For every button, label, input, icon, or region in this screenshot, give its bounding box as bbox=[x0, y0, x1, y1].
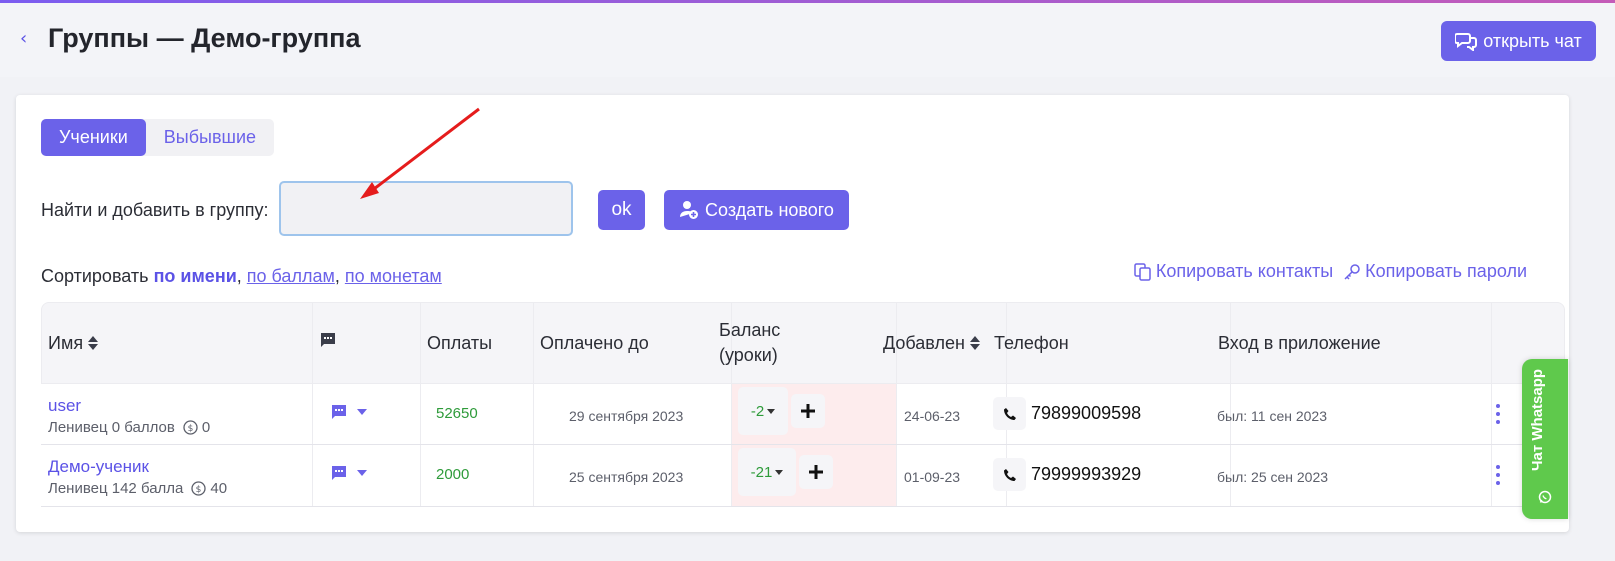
caret-down-icon bbox=[767, 408, 776, 414]
student-coins: 0 bbox=[201, 419, 211, 436]
sort-arrows-icon bbox=[969, 336, 980, 350]
copy-passwords-link[interactable]: Копировать пароли bbox=[1343, 261, 1527, 282]
whatsapp-chat-label: Чат Whatsapp bbox=[1529, 368, 1546, 471]
create-new-label: Создать нового bbox=[705, 199, 834, 220]
tab-students[interactable]: Ученики bbox=[41, 119, 146, 156]
student-points-text: Ленивец 0 баллов bbox=[48, 419, 175, 436]
message-icon bbox=[332, 466, 346, 480]
col-login-header: Вход в приложение bbox=[1218, 332, 1381, 353]
student-name-link[interactable]: user bbox=[48, 396, 81, 416]
sort-arrows-icon bbox=[88, 336, 99, 350]
create-new-button[interactable]: Создать нового bbox=[664, 190, 849, 230]
tab-dropped[interactable]: Выбывшие bbox=[146, 119, 274, 156]
row-menu-icon[interactable] bbox=[1495, 404, 1501, 424]
plus-icon bbox=[801, 404, 815, 418]
copy-actions: Копировать контакты Копировать пароли bbox=[1134, 261, 1527, 282]
last-login: был: 11 сен 2023 bbox=[1217, 408, 1328, 424]
student-points: Ленивец 0 баллов $ 0 bbox=[48, 419, 210, 436]
sort-by-points[interactable]: по баллам bbox=[247, 266, 335, 286]
add-lesson-button[interactable] bbox=[791, 394, 825, 428]
plus-icon bbox=[809, 465, 823, 479]
sort-by-name[interactable]: по имени bbox=[154, 266, 237, 286]
add-lesson-button[interactable] bbox=[799, 455, 833, 489]
balance-value: -2 bbox=[750, 402, 765, 420]
balance-dropdown[interactable]: -2 bbox=[738, 387, 788, 435]
col-chat-header bbox=[320, 302, 336, 384]
paid-until-value: 29 сентября 2023 bbox=[569, 408, 684, 424]
payments-value: 2000 bbox=[436, 466, 470, 483]
balance-value: -21 bbox=[750, 463, 773, 481]
message-dropdown[interactable] bbox=[331, 404, 367, 420]
phone-icon bbox=[1003, 468, 1016, 481]
page-header: ‹ Группы — Демо-группа открыть чат bbox=[0, 3, 1615, 77]
copy-icon bbox=[1134, 262, 1151, 281]
col-added-header[interactable]: Добавлен bbox=[883, 302, 981, 384]
col-name-header[interactable]: Имя bbox=[48, 302, 99, 384]
student-coins: 40 bbox=[210, 480, 228, 497]
message-dropdown[interactable] bbox=[331, 465, 367, 481]
key-icon bbox=[1344, 263, 1360, 280]
sort-prefix: Сортировать bbox=[41, 266, 149, 286]
last-login: был: 25 сен 2023 bbox=[1217, 469, 1329, 485]
open-chat-label: открыть чат bbox=[1483, 30, 1582, 51]
coin-icon: $ bbox=[183, 420, 198, 435]
copy-passwords-label: Копировать пароли bbox=[1365, 261, 1527, 281]
students-card: Ученики Выбывшие Найти и добавить в груп… bbox=[16, 95, 1569, 532]
caret-down-icon bbox=[775, 469, 784, 475]
back-chevron-icon[interactable]: ‹ bbox=[20, 29, 32, 49]
col-balance-line2: (уроки) bbox=[719, 345, 778, 365]
caret-down-icon bbox=[357, 470, 367, 476]
payments-value: 52650 bbox=[436, 405, 478, 422]
caret-down-icon bbox=[357, 409, 367, 415]
balance-dropdown[interactable]: -21 bbox=[738, 448, 796, 496]
whatsapp-icon bbox=[1538, 490, 1552, 504]
phone-icon-button[interactable] bbox=[993, 397, 1026, 430]
col-balance-line1: Баланс bbox=[719, 320, 781, 340]
add-user-icon bbox=[680, 201, 699, 219]
coin-icon: $ bbox=[191, 481, 207, 496]
students-table: Имя Оплаты Оплачено до Баланс (уроки) До… bbox=[41, 302, 1565, 509]
tabs: Ученики Выбывшие bbox=[41, 119, 275, 156]
phone-number: 79999993929 bbox=[1031, 464, 1142, 484]
student-name-link[interactable]: Демо-ученик bbox=[48, 457, 149, 477]
message-icon bbox=[321, 333, 335, 347]
phone-icon bbox=[1003, 407, 1016, 420]
whatsapp-chat-tab[interactable]: Чат Whatsapp bbox=[1522, 359, 1568, 519]
added-date: 01-09-23 bbox=[904, 469, 961, 485]
open-chat-button[interactable]: открыть чат bbox=[1441, 21, 1596, 61]
col-added-label: Добавлен bbox=[883, 332, 965, 353]
find-add-label: Найти и добавить в группу: bbox=[41, 200, 269, 220]
ok-button[interactable]: ok bbox=[598, 190, 645, 230]
phone-number: 79899009598 bbox=[1031, 403, 1142, 423]
sort-by-coins[interactable]: по монетам bbox=[345, 266, 442, 286]
svg-text:$: $ bbox=[196, 485, 202, 495]
added-date: 24-06-23 bbox=[904, 408, 961, 424]
message-icon bbox=[332, 405, 346, 419]
col-balance-header: Баланс (уроки) bbox=[719, 302, 780, 384]
copy-contacts-link[interactable]: Копировать контакты bbox=[1134, 261, 1333, 282]
col-paid-until-header: Оплачено до bbox=[540, 332, 649, 353]
col-phone-header: Телефон bbox=[994, 332, 1069, 353]
col-name-label: Имя bbox=[48, 332, 84, 353]
svg-text:$: $ bbox=[187, 424, 193, 434]
student-points-text: Ленивец 142 балла bbox=[48, 480, 184, 497]
row-menu-icon[interactable] bbox=[1495, 465, 1501, 485]
copy-contacts-label: Копировать контакты bbox=[1155, 261, 1334, 281]
student-points: Ленивец 142 балла $ 40 bbox=[48, 480, 227, 497]
sort-row: Сортировать по имени, по баллам, по моне… bbox=[41, 266, 442, 286]
paid-until-value: 25 сентября 2023 bbox=[569, 469, 684, 485]
find-student-input[interactable] bbox=[279, 181, 573, 236]
chat-bubbles-icon bbox=[1455, 33, 1478, 51]
phone-icon-button[interactable] bbox=[993, 458, 1026, 491]
col-payments-header: Оплаты bbox=[427, 332, 493, 353]
page-title: Группы — Демо-группа bbox=[48, 23, 361, 53]
